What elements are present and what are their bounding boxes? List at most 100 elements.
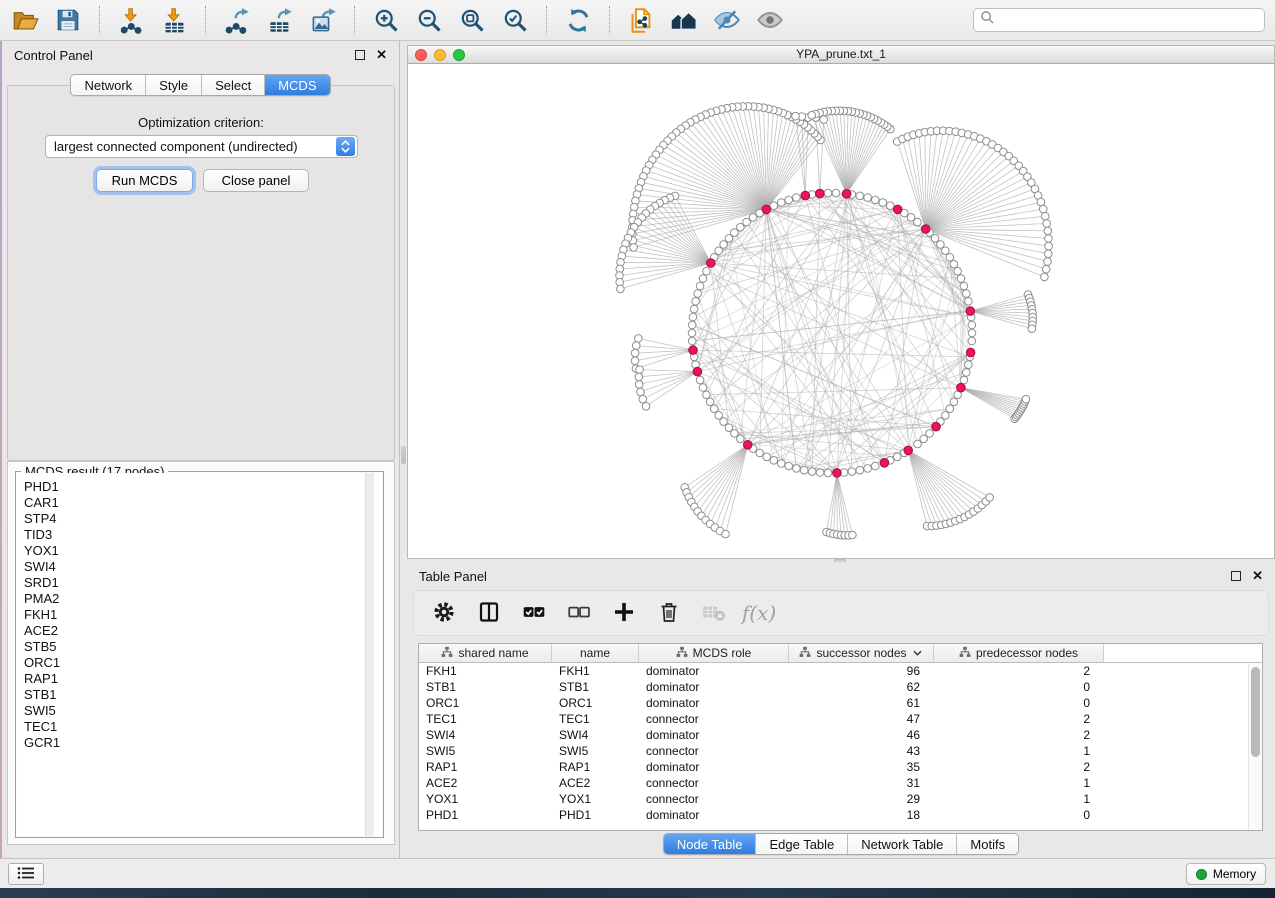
home-networks-button[interactable] bbox=[667, 4, 701, 36]
mcds-hub-node[interactable] bbox=[893, 205, 902, 214]
leaf-node[interactable] bbox=[849, 531, 857, 539]
minimize-window-icon[interactable] bbox=[434, 49, 446, 61]
network-node[interactable] bbox=[937, 241, 945, 249]
table-scrollbar-thumb[interactable] bbox=[1251, 667, 1260, 757]
network-node[interactable] bbox=[965, 361, 973, 369]
table-cell[interactable]: SWI4 bbox=[552, 728, 639, 742]
mcds-result-item[interactable]: GCR1 bbox=[24, 735, 382, 751]
mcds-result-item[interactable]: CAR1 bbox=[24, 495, 382, 511]
network-node[interactable] bbox=[872, 196, 880, 204]
table-tab-node-table[interactable]: Node Table bbox=[664, 834, 757, 854]
leaf-node[interactable] bbox=[639, 395, 647, 403]
function-builder-button[interactable]: f(x) bbox=[745, 599, 773, 627]
vertical-splitter[interactable] bbox=[400, 41, 407, 858]
table-cell[interactable]: STB1 bbox=[419, 680, 552, 694]
network-node[interactable] bbox=[960, 376, 968, 384]
mcds-hub-node[interactable] bbox=[816, 189, 825, 198]
table-cell[interactable]: SWI4 bbox=[419, 728, 552, 742]
network-node[interactable] bbox=[816, 469, 824, 477]
leaf-node[interactable] bbox=[1028, 325, 1036, 333]
leaf-node[interactable] bbox=[1043, 220, 1051, 228]
network-node[interactable] bbox=[688, 329, 696, 337]
network-node[interactable] bbox=[756, 449, 764, 457]
network-node[interactable] bbox=[886, 202, 894, 210]
leaf-node[interactable] bbox=[630, 244, 638, 252]
network-node[interactable] bbox=[926, 430, 934, 438]
leaf-node[interactable] bbox=[808, 111, 816, 119]
network-node[interactable] bbox=[894, 453, 902, 461]
mcds-result-item[interactable]: STB1 bbox=[24, 687, 382, 703]
network-node[interactable] bbox=[694, 290, 702, 298]
table-cell[interactable]: ACE2 bbox=[552, 776, 639, 790]
leaf-node[interactable] bbox=[1041, 212, 1049, 220]
zoom-selected-button[interactable] bbox=[498, 4, 532, 36]
leaf-node[interactable] bbox=[635, 335, 643, 343]
leaf-node[interactable] bbox=[1039, 205, 1047, 213]
table-cell[interactable]: STB1 bbox=[552, 680, 639, 694]
network-node[interactable] bbox=[710, 405, 718, 413]
leaf-node[interactable] bbox=[635, 373, 643, 381]
table-row[interactable]: RAP1RAP1dominator352 bbox=[419, 759, 1262, 775]
zoom-in-button[interactable] bbox=[369, 4, 403, 36]
mcds-result-item[interactable]: ACE2 bbox=[24, 623, 382, 639]
close-panel-icon[interactable]: ✕ bbox=[376, 50, 387, 60]
leaf-node[interactable] bbox=[1022, 395, 1030, 403]
network-node[interactable] bbox=[696, 282, 704, 290]
leaf-node[interactable] bbox=[631, 349, 639, 357]
mcds-hub-node[interactable] bbox=[833, 469, 842, 478]
network-node[interactable] bbox=[864, 194, 872, 202]
table-cell[interactable]: 46 bbox=[789, 728, 934, 742]
table-cell[interactable]: 0 bbox=[934, 680, 1104, 694]
table-row[interactable]: SWI5SWI5connector431 bbox=[419, 743, 1262, 759]
mcds-hub-node[interactable] bbox=[743, 441, 752, 450]
table-cell[interactable]: 96 bbox=[789, 664, 934, 678]
table-cell[interactable]: 62 bbox=[789, 680, 934, 694]
zoom-fit-button[interactable] bbox=[455, 4, 489, 36]
table-tab-motifs[interactable]: Motifs bbox=[957, 834, 1018, 854]
network-node[interactable] bbox=[793, 194, 801, 202]
network-node[interactable] bbox=[689, 313, 697, 321]
table-cell[interactable]: YOX1 bbox=[419, 792, 552, 806]
table-row[interactable]: ACE2ACE2connector311 bbox=[419, 775, 1262, 791]
table-tab-edge-table[interactable]: Edge Table bbox=[756, 834, 848, 854]
leaf-node[interactable] bbox=[631, 357, 639, 365]
mcds-result-item[interactable]: SWI5 bbox=[24, 703, 382, 719]
network-node[interactable] bbox=[848, 468, 856, 476]
column-header-MCDS-role[interactable]: MCDS role bbox=[639, 644, 789, 662]
hide-panel-button[interactable] bbox=[710, 4, 744, 36]
table-cell[interactable]: 0 bbox=[934, 808, 1104, 822]
table-row[interactable]: STB1STB1dominator620 bbox=[419, 679, 1262, 695]
select-all-button[interactable] bbox=[520, 599, 548, 627]
network-node[interactable] bbox=[720, 418, 728, 426]
leaf-node[interactable] bbox=[792, 112, 800, 120]
table-cell[interactable]: PHD1 bbox=[552, 808, 639, 822]
mcds-result-item[interactable]: YOX1 bbox=[24, 543, 382, 559]
table-tab-network-table[interactable]: Network Table bbox=[848, 834, 957, 854]
open-session-button[interactable] bbox=[8, 4, 42, 36]
export-image-button[interactable] bbox=[306, 4, 340, 36]
network-node[interactable] bbox=[950, 398, 958, 406]
table-cell[interactable]: connector bbox=[639, 792, 789, 806]
table-cell[interactable]: 43 bbox=[789, 744, 934, 758]
result-scrollbar[interactable] bbox=[365, 473, 374, 836]
mcds-hub-node[interactable] bbox=[880, 459, 889, 468]
network-node[interactable] bbox=[703, 391, 711, 399]
zoom-out-button[interactable] bbox=[412, 4, 446, 36]
table-cell[interactable]: 35 bbox=[789, 760, 934, 774]
mcds-result-list[interactable]: PHD1CAR1STP4TID3YOX1SWI4SRD1PMA2FKH1ACE2… bbox=[17, 473, 382, 836]
table-cell[interactable]: dominator bbox=[639, 728, 789, 742]
table-cell[interactable]: TEC1 bbox=[419, 712, 552, 726]
mcds-hub-node[interactable] bbox=[842, 190, 851, 199]
network-node[interactable] bbox=[706, 398, 714, 406]
leaf-node[interactable] bbox=[617, 285, 625, 293]
show-panel-button[interactable] bbox=[753, 4, 787, 36]
tab-network[interactable]: Network bbox=[71, 75, 146, 95]
table-row[interactable]: FKH1FKH1dominator962 bbox=[419, 663, 1262, 679]
network-node[interactable] bbox=[688, 321, 696, 329]
table-cell[interactable]: dominator bbox=[639, 760, 789, 774]
network-node[interactable] bbox=[785, 196, 793, 204]
table-cell[interactable]: dominator bbox=[639, 680, 789, 694]
table-row[interactable]: TEC1TEC1connector472 bbox=[419, 711, 1262, 727]
show-columns-button[interactable] bbox=[475, 599, 503, 627]
network-node[interactable] bbox=[688, 337, 696, 345]
